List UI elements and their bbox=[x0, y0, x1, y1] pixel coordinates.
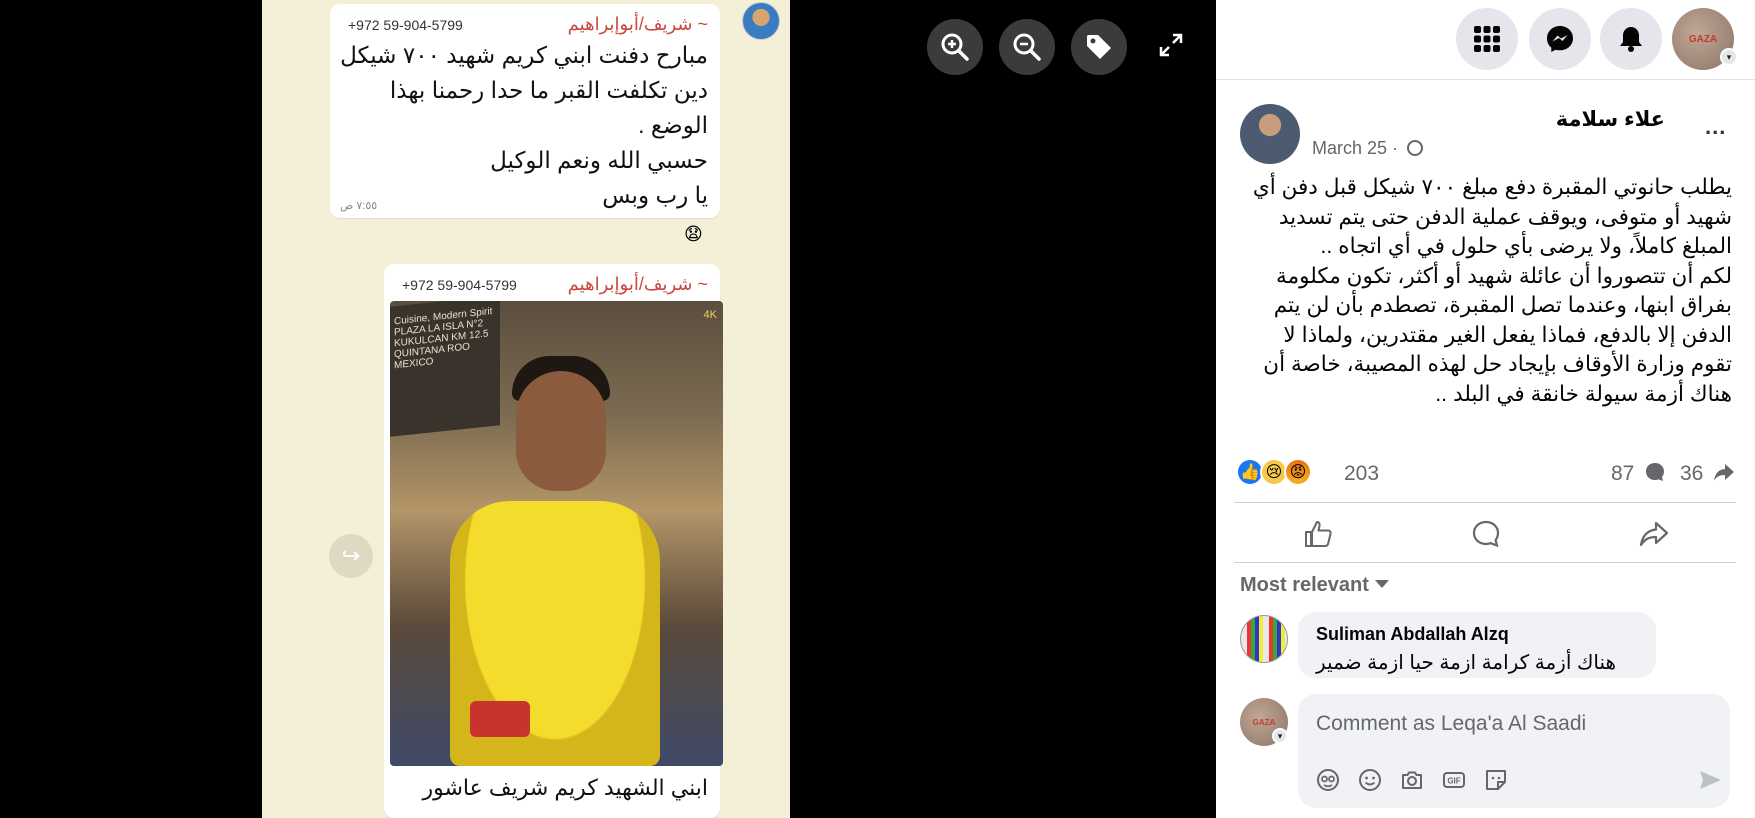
chat-message-line: حسبي الله ونعم الوكيل bbox=[490, 147, 708, 173]
chat-message-line: يا رب وبس bbox=[602, 182, 708, 208]
comment-bubble: Suliman Abdallah Alzq هناك أزمة كرامة از… bbox=[1298, 612, 1656, 678]
account-chevron-icon[interactable]: ▾ bbox=[1720, 48, 1738, 66]
post-text: يطلب حانوتي المقبرة دفع مبلغ ٧٠٠ شيكل قب… bbox=[1238, 173, 1732, 409]
globe-icon bbox=[1407, 140, 1424, 156]
chat-sender-row: ~ شريف/أبوإبراهيم +972 59-904-5799 bbox=[394, 274, 708, 294]
post-author-avatar[interactable] bbox=[1240, 104, 1300, 164]
avatar-sticker-button[interactable] bbox=[1314, 766, 1342, 794]
comment-sort-dropdown[interactable]: Most relevant bbox=[1240, 574, 1389, 597]
self-badge-text: GAZA bbox=[1252, 717, 1276, 727]
notifications-button[interactable] bbox=[1600, 8, 1662, 70]
chat-reaction-emoji: 😧 bbox=[684, 224, 703, 244]
comment-composer: GIF bbox=[1298, 694, 1730, 808]
tag-photo-button[interactable] bbox=[1071, 19, 1127, 75]
gif-icon: GIF bbox=[1443, 772, 1465, 788]
tag-icon bbox=[1087, 35, 1111, 59]
chat-message-line: دين تكلفت القبر ما حدا رحمنا بهذا bbox=[389, 77, 708, 103]
self-avatar-chevron-icon[interactable]: ▾ bbox=[1272, 728, 1288, 744]
chat-sender-phone: +972 59-904-5799 bbox=[348, 17, 463, 33]
like-button[interactable] bbox=[1298, 514, 1338, 554]
chat-sender-avatar bbox=[742, 2, 780, 40]
chat-message-bubble: ~ شريف/أبوإبراهيم +972 59-904-5799 مبارح… bbox=[330, 4, 720, 218]
menu-button[interactable] bbox=[1456, 8, 1518, 70]
chat-message-line: الوضع . bbox=[638, 112, 708, 138]
camera-icon bbox=[1402, 771, 1422, 789]
photo-red-phone bbox=[470, 701, 530, 737]
fullscreen-icon bbox=[1159, 33, 1183, 57]
send-comment-button[interactable] bbox=[1696, 766, 1724, 794]
photo-logo: 4K bbox=[703, 309, 717, 321]
avatar-sticker-icon bbox=[1317, 769, 1339, 791]
comment-text: هناك أزمة كرامة ازمة حيا ازمة ضمير bbox=[1316, 652, 1617, 674]
photo-viewer: ~ شريف/أبوإبراهيم +972 59-904-5799 مبارح… bbox=[0, 0, 1216, 818]
comment-bubble-icon bbox=[1646, 463, 1665, 481]
commenter-avatar[interactable] bbox=[1240, 615, 1288, 663]
bell-icon bbox=[1620, 27, 1642, 52]
caret-down-icon bbox=[1374, 580, 1389, 588]
background-poster: Cuisine, Modern Spirit PLAZA LA ISLA N°2… bbox=[390, 301, 500, 437]
zoom-out-button[interactable] bbox=[999, 19, 1055, 75]
like-icon bbox=[1305, 521, 1332, 547]
sticker-icon bbox=[1486, 770, 1506, 790]
photo-button[interactable] bbox=[1398, 766, 1426, 794]
share-arrow-icon bbox=[1714, 464, 1735, 481]
comment-sort-label: Most relevant bbox=[1240, 574, 1369, 596]
emoji-icon bbox=[1359, 769, 1381, 791]
post-date[interactable]: March 25 · bbox=[1312, 138, 1424, 159]
top-bar: GAZA ▾ bbox=[1216, 0, 1755, 80]
comment-count-value: 87 bbox=[1611, 462, 1635, 485]
comment-count[interactable]: 87 bbox=[1611, 461, 1666, 486]
post-paragraph: لكم أن تتصوروا أن عائلة شهيد أو أكثر، تك… bbox=[1263, 263, 1732, 406]
emoji-button[interactable] bbox=[1356, 766, 1384, 794]
comment-button[interactable] bbox=[1466, 514, 1506, 554]
chat-sender-name: ~ شريف/أبوإبراهيم bbox=[567, 274, 708, 294]
send-icon bbox=[1700, 771, 1721, 789]
share-button[interactable] bbox=[1634, 514, 1674, 554]
photo-face bbox=[516, 371, 606, 491]
chat-message-line: مبارح دفنت ابني كريم شهيد ٧٠٠ شيكل bbox=[340, 42, 708, 68]
sticker-button[interactable] bbox=[1482, 766, 1510, 794]
reaction-count: 203 bbox=[1344, 462, 1380, 485]
fullscreen-button[interactable] bbox=[1155, 29, 1187, 61]
chat-sender-row: ~ شريف/أبوإبراهيم +972 59-904-5799 bbox=[340, 14, 708, 34]
chat-sender-phone: +972 59-904-5799 bbox=[402, 277, 517, 293]
post-panel: GAZA ▾ علاء سلامة ... March 25 · يطلب حا… bbox=[1216, 0, 1755, 818]
svg-text:GIF: GIF bbox=[1447, 777, 1460, 786]
divider bbox=[1234, 562, 1736, 563]
divider bbox=[1234, 502, 1736, 503]
chat-message-time: ٧:٥٥ ص bbox=[340, 200, 378, 212]
share-icon bbox=[1639, 521, 1669, 547]
post-paragraph: يطلب حانوتي المقبرة دفع مبلغ ٧٠٠ شيكل قب… bbox=[1252, 175, 1732, 258]
post-date-text: March 25 · bbox=[1312, 138, 1399, 158]
grid-menu-icon bbox=[1474, 26, 1500, 52]
chat-photo-caption: ابني الشهيد كريم شريف عاشور bbox=[422, 775, 708, 800]
post-options-button[interactable]: ... bbox=[1705, 114, 1726, 140]
comment-icon bbox=[1472, 520, 1500, 548]
zoom-in-button[interactable] bbox=[927, 19, 983, 75]
comment-input[interactable] bbox=[1316, 708, 1696, 740]
comment-author[interactable]: Suliman Abdallah Alzq bbox=[1316, 624, 1509, 645]
zoom-in-icon bbox=[941, 33, 969, 61]
share-count-value: 36 bbox=[1680, 462, 1704, 485]
messenger-icon bbox=[1547, 26, 1573, 52]
chat-sender-name: ~ شريف/أبوإبراهيم bbox=[567, 14, 708, 34]
post-author-name[interactable]: علاء سلامة bbox=[1556, 107, 1665, 132]
messenger-button[interactable] bbox=[1529, 8, 1591, 70]
zoom-out-icon bbox=[1013, 33, 1041, 61]
gif-button[interactable]: GIF bbox=[1440, 766, 1468, 794]
angry-reaction-icon: 😡 bbox=[1284, 458, 1312, 486]
profile-badge-text: GAZA bbox=[1688, 33, 1718, 45]
martyr-photo: Cuisine, Modern Spirit PLAZA LA ISLA N°2… bbox=[390, 301, 723, 766]
share-count[interactable]: 36 bbox=[1680, 461, 1735, 486]
forward-icon[interactable]: ↪ bbox=[329, 534, 373, 578]
